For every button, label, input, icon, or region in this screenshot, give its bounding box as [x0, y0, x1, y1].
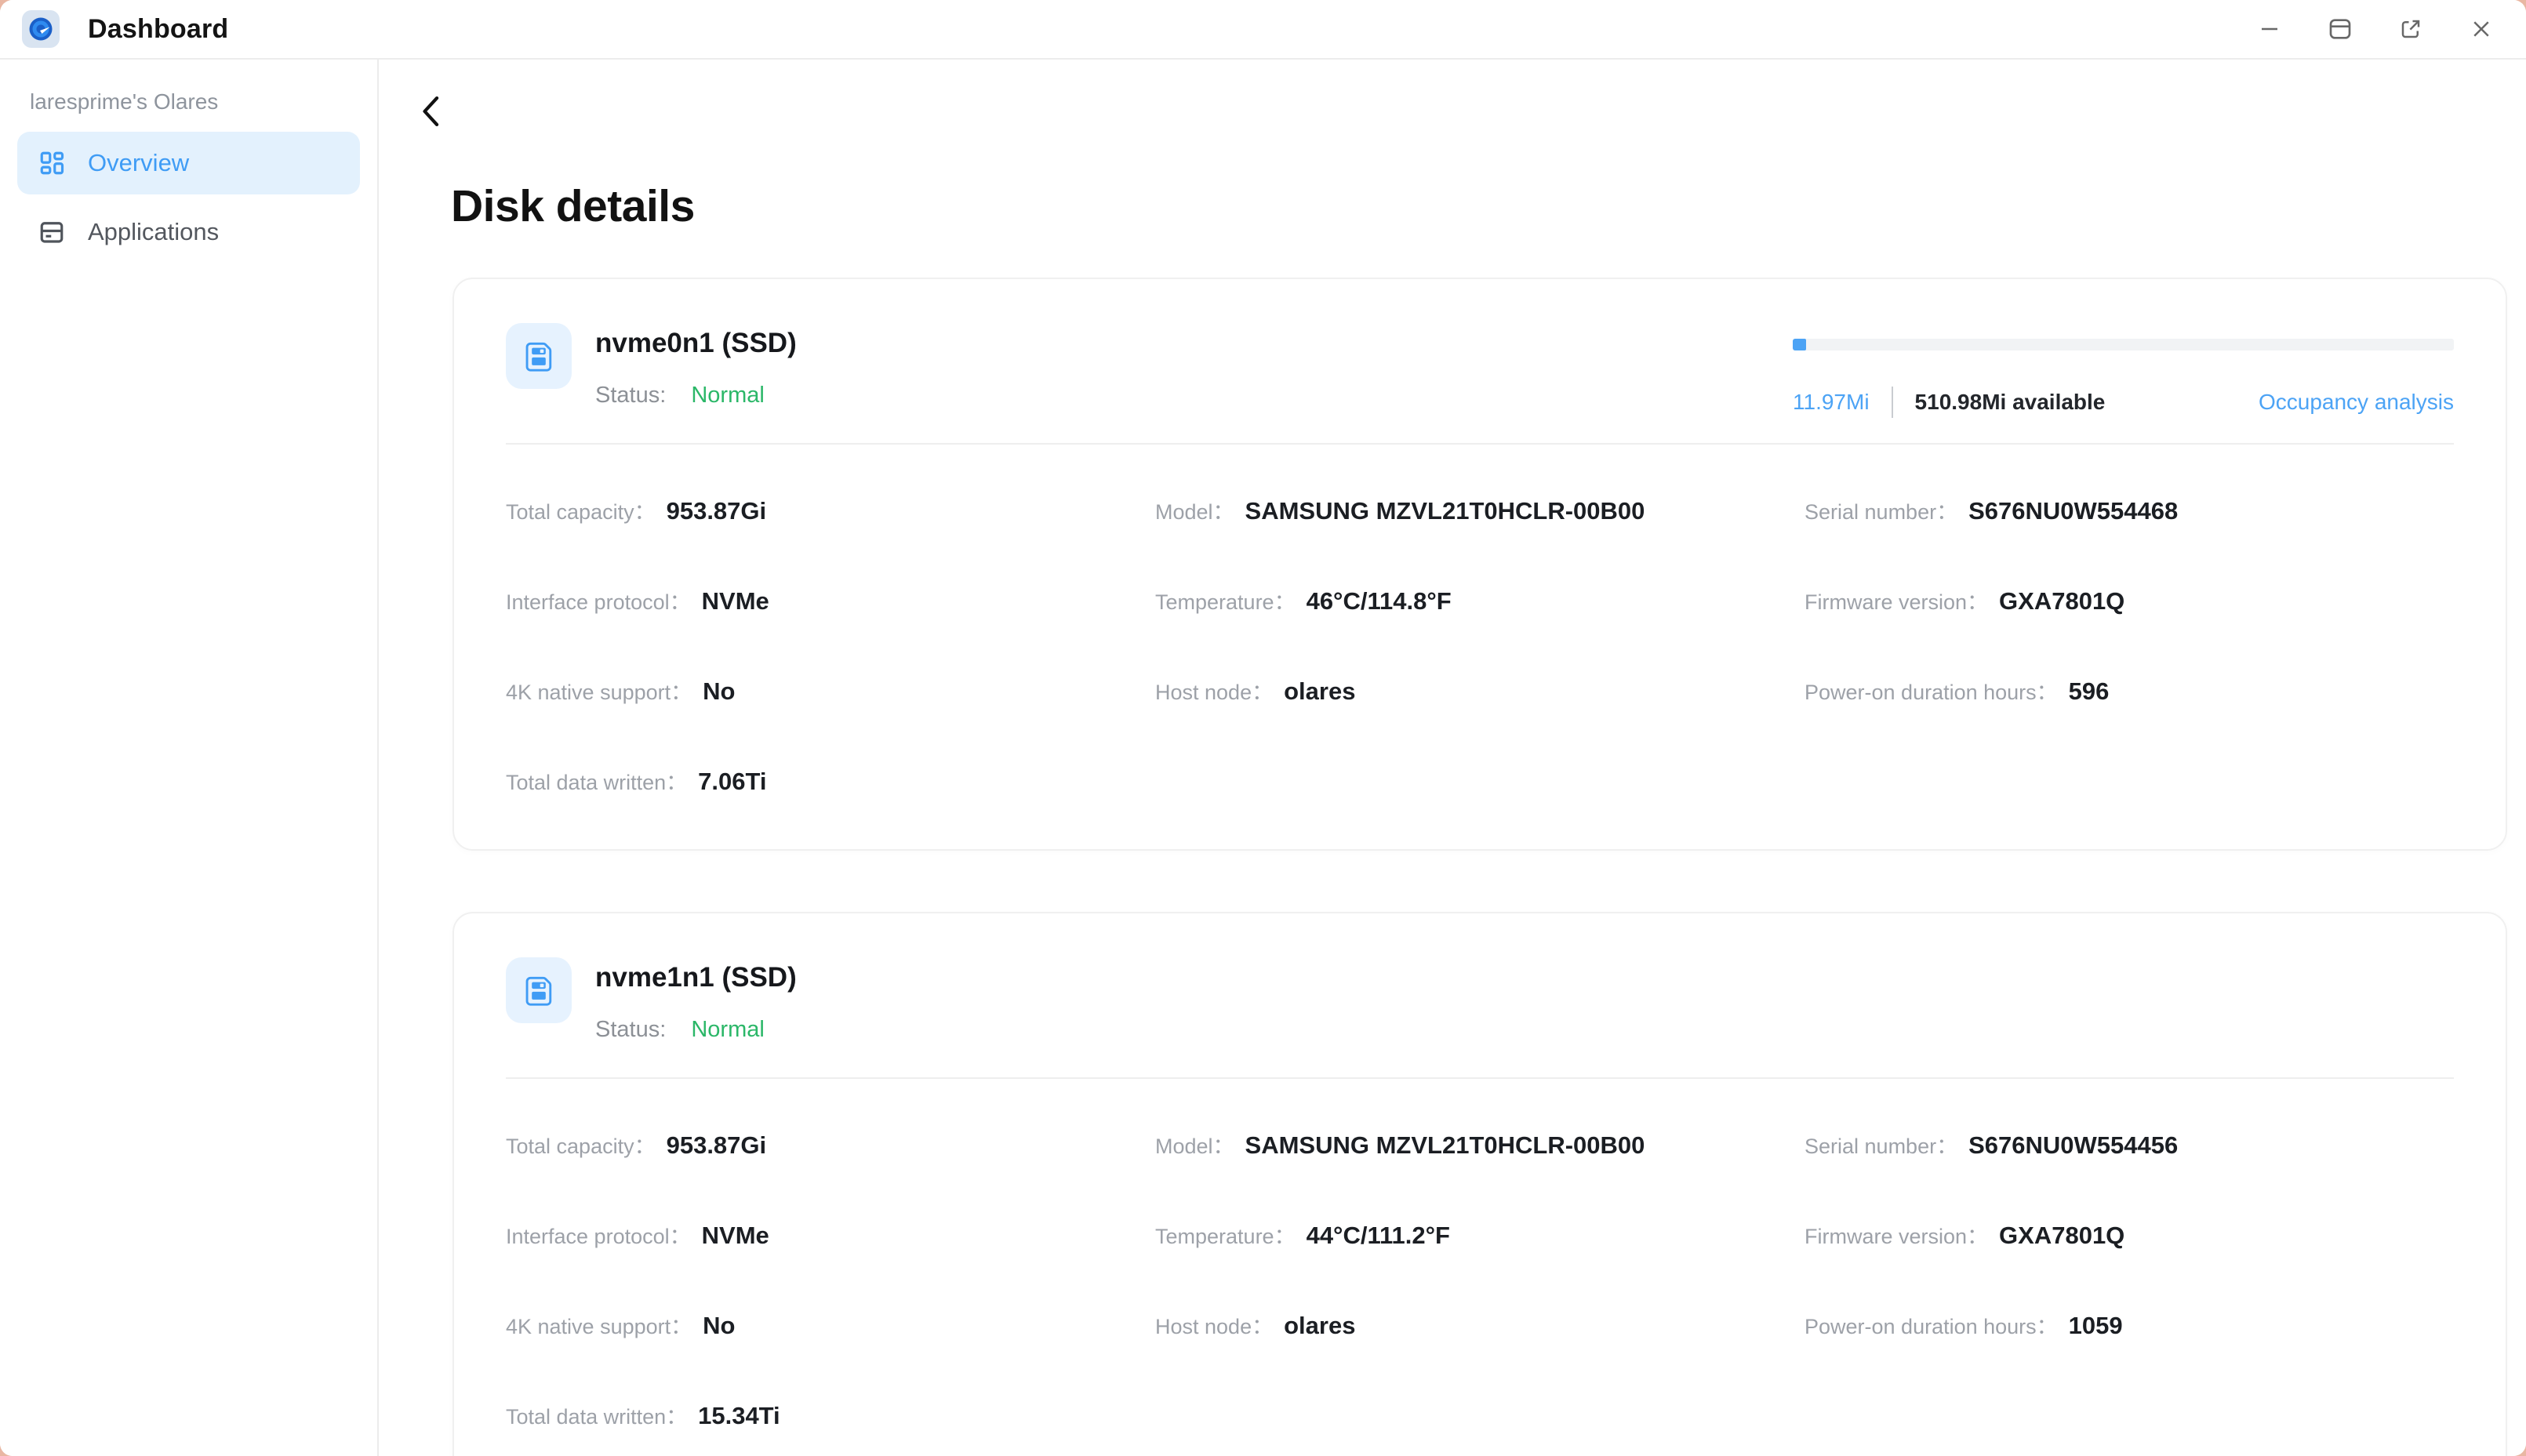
usage-progress-fill: [1793, 339, 1806, 350]
maximize-button[interactable]: [2327, 16, 2353, 42]
workspace-label: laresprime's Olares: [30, 89, 347, 114]
open-in-new-button[interactable]: [2397, 16, 2424, 42]
detail-power-on-hours: Power-on duration hours： 1059: [1805, 1309, 2454, 1340]
sidebar: laresprime's Olares Overview: [0, 60, 379, 1456]
detail-firmware-version: Firmware version： GXA7801Q: [1805, 1219, 2454, 1250]
disk-cards: nvme0n1 (SSD) Status: Normal 11.9: [452, 278, 2507, 1456]
detail-host-node: Host node： olares: [1155, 1309, 1805, 1340]
detail-total-data-written: Total data written： 7.06Ti: [506, 765, 1155, 796]
detail-firmware-version: Firmware version： GXA7801Q: [1805, 585, 2454, 615]
back-button[interactable]: [418, 94, 456, 132]
detail-host-node: Host node： olares: [1155, 675, 1805, 706]
occupancy-analysis-link[interactable]: Occupancy analysis: [2259, 390, 2454, 415]
disk-details-grid: Total capacity： 953.87Gi Model： SAMSUNG …: [506, 1129, 2454, 1430]
usage-used-value: 11.97Mi: [1793, 390, 1870, 415]
main-content: Disk details: [379, 60, 2526, 1456]
app-logo-gauge-icon: [22, 10, 60, 48]
disk-card-nvme0n1: nvme0n1 (SSD) Status: Normal 11.9: [452, 278, 2507, 851]
chevron-left-icon: [418, 93, 445, 134]
status-label: Status:: [595, 1017, 666, 1042]
sidebar-item-overview[interactable]: Overview: [17, 132, 360, 194]
ssd-disk-icon: [506, 323, 572, 389]
status-badge: Normal: [691, 1017, 764, 1042]
usage-divider: [1892, 387, 1893, 418]
ssd-disk-icon: [506, 957, 572, 1023]
disk-card-nvme1n1: nvme1n1 (SSD) Status: Normal Total capac…: [452, 912, 2507, 1456]
status-badge: Normal: [691, 383, 764, 408]
titlebar: Dashboard: [0, 0, 2526, 60]
applications-icon: [38, 218, 66, 246]
detail-total-capacity: Total capacity： 953.87Gi: [506, 495, 1155, 525]
usage-progress-bar: [1793, 339, 2454, 350]
status-label: Status:: [595, 383, 666, 408]
usage-available-value: 510.98Mi available: [1915, 390, 2106, 415]
detail-model: Model： SAMSUNG MZVL21T0HCLR-00B00: [1155, 1129, 1805, 1160]
window-title: Dashboard: [88, 14, 228, 45]
dashboard-grid-icon: [38, 149, 66, 177]
page-title: Disk details: [451, 180, 2526, 232]
detail-serial-number: Serial number： S676NU0W554456: [1805, 1129, 2454, 1160]
detail-total-data-written: Total data written： 15.34Ti: [506, 1400, 1155, 1430]
detail-power-on-hours: Power-on duration hours： 596: [1805, 675, 2454, 706]
detail-interface-protocol: Interface protocol： NVMe: [506, 1219, 1155, 1250]
sidebar-item-label: Overview: [88, 149, 189, 177]
close-button[interactable]: [2468, 16, 2495, 42]
detail-4k-native-support: 4K native support： No: [506, 1309, 1155, 1340]
detail-4k-native-support: 4K native support： No: [506, 675, 1155, 706]
detail-temperature: Temperature： 46°C/114.8°F: [1155, 585, 1805, 615]
sidebar-item-applications[interactable]: Applications: [17, 201, 360, 263]
detail-temperature: Temperature： 44°C/111.2°F: [1155, 1219, 1805, 1250]
detail-model: Model： SAMSUNG MZVL21T0HCLR-00B00: [1155, 495, 1805, 525]
detail-interface-protocol: Interface protocol： NVMe: [506, 585, 1155, 615]
app-window: Dashboard: [0, 0, 2526, 1456]
disk-name: nvme0n1 (SSD): [595, 328, 797, 359]
disk-card-header: nvme0n1 (SSD) Status: Normal 11.9: [506, 323, 2454, 445]
disk-usage: 11.97Mi 510.98Mi available Occupancy ana…: [1793, 339, 2454, 418]
sidebar-item-label: Applications: [88, 218, 219, 246]
disk-name: nvme1n1 (SSD): [595, 962, 797, 993]
disk-details-grid: Total capacity： 953.87Gi Model： SAMSUNG …: [506, 495, 2454, 796]
detail-serial-number: Serial number： S676NU0W554468: [1805, 495, 2454, 525]
detail-total-capacity: Total capacity： 953.87Gi: [506, 1129, 1155, 1160]
window-controls: [2256, 16, 2495, 42]
disk-card-header: nvme1n1 (SSD) Status: Normal: [506, 957, 2454, 1079]
minimize-button[interactable]: [2256, 16, 2283, 42]
